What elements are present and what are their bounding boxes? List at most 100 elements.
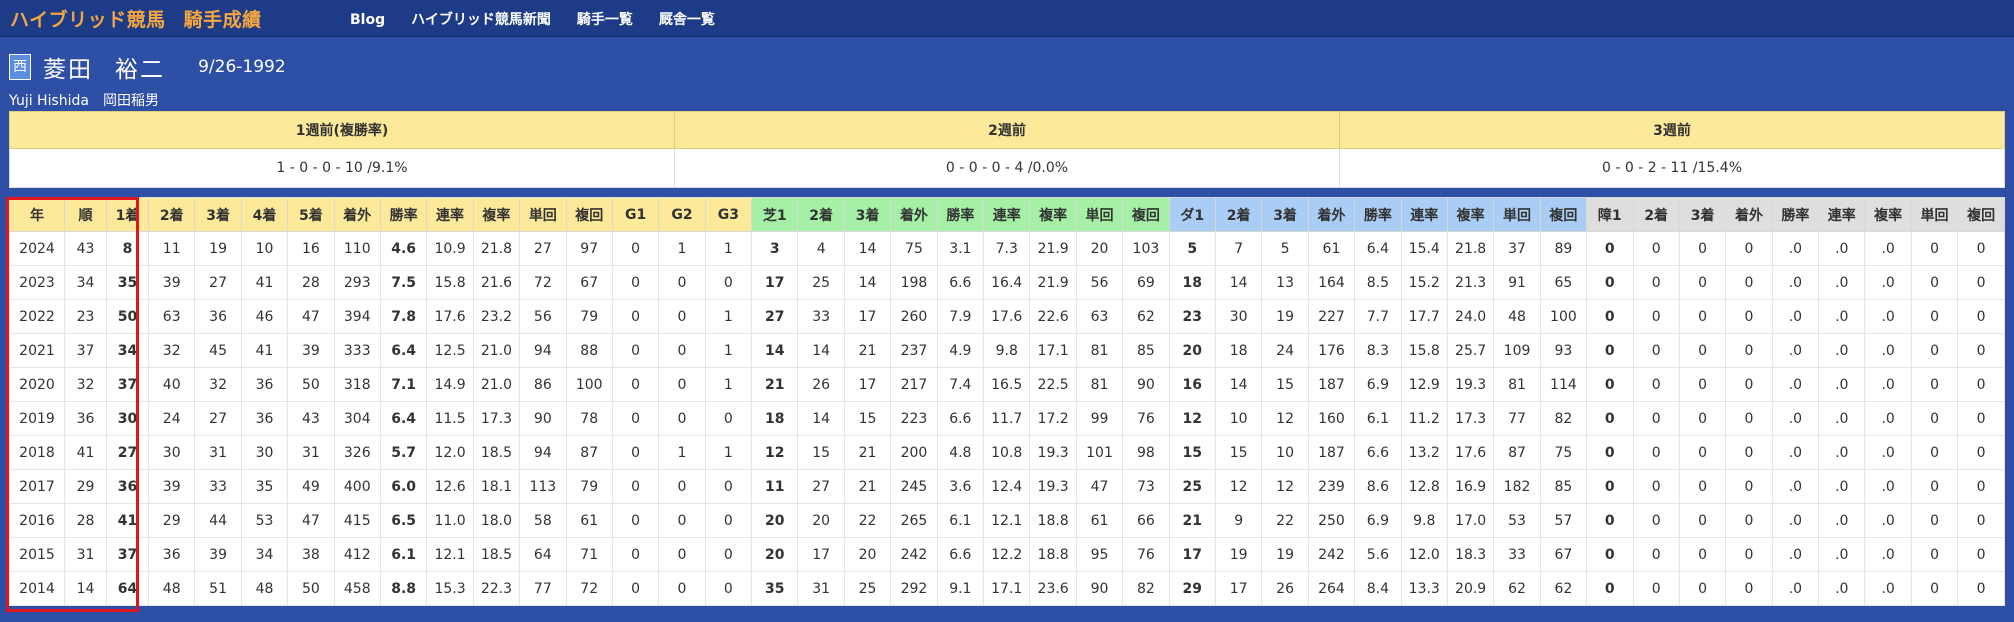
stats-cell: 20 — [751, 537, 799, 572]
stats-cell: 0 — [1586, 469, 1634, 504]
stats-cell: 12 — [1261, 401, 1309, 436]
stats-header-0: 年 — [9, 197, 65, 232]
stats-header-31: 複率 — [1446, 197, 1495, 232]
brand-name[interactable]: ハイブリッド競馬 — [10, 9, 166, 31]
stats-cell: 63 — [1075, 299, 1124, 334]
stats-cell: 86 — [519, 367, 567, 402]
stats-header-40: 複率 — [1864, 197, 1912, 232]
stats-cell: 21.9 — [1029, 265, 1077, 300]
stats-cell: 32 — [147, 333, 196, 368]
stats-cell: 0 — [1725, 571, 1773, 606]
stats-cell: .0 — [1864, 231, 1912, 266]
stats-cell: 0 — [1678, 469, 1727, 504]
stats-cell: 0 — [1632, 299, 1680, 334]
brand[interactable]: ハイブリッド競馬 騎手成績 — [10, 5, 280, 32]
stats-cell: 5.7 — [379, 435, 428, 470]
stats-cell: 0 — [1678, 367, 1727, 402]
stats-cell: 17 — [1168, 537, 1216, 572]
stats-cell: .0 — [1771, 571, 1820, 606]
stats-cell: 1 — [704, 367, 753, 402]
stats-cell: 13.2 — [1400, 435, 1448, 470]
stats-cell: 1 — [658, 231, 706, 266]
stats-cell: 12.0 — [1400, 537, 1448, 572]
stats-cell: .0 — [1818, 571, 1866, 606]
stats-cell: 50 — [287, 571, 335, 606]
stats-header-30: 連率 — [1400, 197, 1448, 232]
stats-cell: .0 — [1864, 503, 1912, 538]
stats-cell: 0 — [1957, 333, 2005, 368]
stats-cell: 22.3 — [472, 571, 521, 606]
nav-newspaper[interactable]: ハイブリッド競馬新聞 — [411, 9, 551, 29]
table-row: 2016 28 41 29 44 53 47 415 6.5 11.0 18.0 58 61 0 0 0 20 2… — [9, 503, 2005, 538]
stats-cell: 12.2 — [983, 537, 1031, 572]
stats-cell: 458 — [333, 571, 381, 606]
stats-cell: 0 — [1957, 265, 2005, 300]
stats-cell: 1 — [704, 299, 753, 334]
stats-cell: 18.3 — [1446, 537, 1495, 572]
stats-cell: .0 — [1818, 469, 1866, 504]
stats-cell: 0 — [1910, 299, 1959, 334]
stats-cell: 0 — [1910, 367, 1959, 402]
stats-cell: 81 — [1075, 333, 1124, 368]
stats-cell: 12.8 — [1400, 469, 1448, 504]
stats-cell: .0 — [1864, 367, 1912, 402]
stats-cell: 110 — [333, 231, 381, 266]
stats-cell: 0 — [1632, 333, 1680, 368]
stats-cell: 100 — [565, 367, 613, 402]
stats-header-38: 勝率 — [1771, 197, 1820, 232]
stats-cell: .0 — [1771, 537, 1820, 572]
stats-cell: 0 — [1678, 571, 1727, 606]
stats-cell: 0 — [1957, 503, 2005, 538]
stats-header-7: 着外 — [333, 197, 381, 232]
stats-header-17: 2着 — [797, 197, 845, 232]
stats-cell: 15.8 — [426, 265, 474, 300]
stats-cell: 12.1 — [983, 503, 1031, 538]
stats-cell: 41 — [240, 333, 289, 368]
stats-cell: 33 — [1493, 537, 1541, 572]
stats-cell: 5 — [1261, 231, 1309, 266]
stats-cell: 2015 — [9, 537, 65, 572]
stats-header-33: 複回 — [1539, 197, 1588, 232]
stats-cell: 37 — [64, 333, 107, 368]
nav-stable-list[interactable]: 厩舎一覧 — [659, 9, 715, 29]
nav-jockey-list[interactable]: 騎手一覧 — [577, 9, 633, 29]
stats-cell: 17.1 — [983, 571, 1031, 606]
brand-section[interactable]: 騎手成績 — [184, 9, 262, 31]
stats-cell: 8.4 — [1354, 571, 1402, 606]
stats-cell: 1 — [658, 435, 706, 470]
week-3-value: 0 - 0 - 2 - 11 /15.4% — [1339, 148, 2005, 188]
stats-cell: 7.7 — [1354, 299, 1402, 334]
stats-cell: 0 — [611, 333, 660, 368]
stats-cell: 93 — [1539, 333, 1588, 368]
stats-cell: .0 — [1818, 435, 1866, 470]
table-row: 2024 43 8 11 19 10 16 110 4.6 10.9 21.8 27 97 0 1 1 3 4 14… — [9, 231, 2005, 266]
stats-cell: 0 — [658, 503, 706, 538]
main-nav: Blog ハイブリッド競馬新聞 騎手一覧 厩舎一覧 — [350, 9, 741, 29]
stats-cell: 21.3 — [1446, 265, 1495, 300]
stats-cell: 17.7 — [1400, 299, 1448, 334]
stats-header-34: 障1 — [1586, 197, 1634, 232]
stats-cell: 8.8 — [379, 571, 428, 606]
stats-cell: 6.6 — [1354, 435, 1402, 470]
stats-cell: 11.5 — [426, 401, 474, 436]
stats-cell: 81 — [1075, 367, 1124, 402]
stats-cell: 45 — [194, 333, 242, 368]
stats-cell: 65 — [1539, 265, 1588, 300]
stats-header-2: 1着 — [106, 197, 149, 232]
stats-cell: 33 — [194, 469, 242, 504]
stats-cell: 27 — [106, 435, 149, 470]
stats-cell: 91 — [1493, 265, 1541, 300]
stats-cell: 0 — [1632, 265, 1680, 300]
nav-blog[interactable]: Blog — [350, 12, 385, 28]
stats-cell: 36 — [240, 401, 289, 436]
stats-cell: 12 — [1168, 401, 1216, 436]
stats-cell: 0 — [658, 333, 706, 368]
stats-cell: 0 — [1725, 299, 1773, 334]
stats-cell: 164 — [1307, 265, 1356, 300]
stats-cell: 245 — [890, 469, 938, 504]
stats-cell: .0 — [1864, 265, 1912, 300]
stats-header-13: G1 — [611, 197, 660, 232]
stats-cell: 77 — [1493, 401, 1541, 436]
stats-cell: .0 — [1771, 299, 1820, 334]
stats-cell: 27 — [797, 469, 845, 504]
